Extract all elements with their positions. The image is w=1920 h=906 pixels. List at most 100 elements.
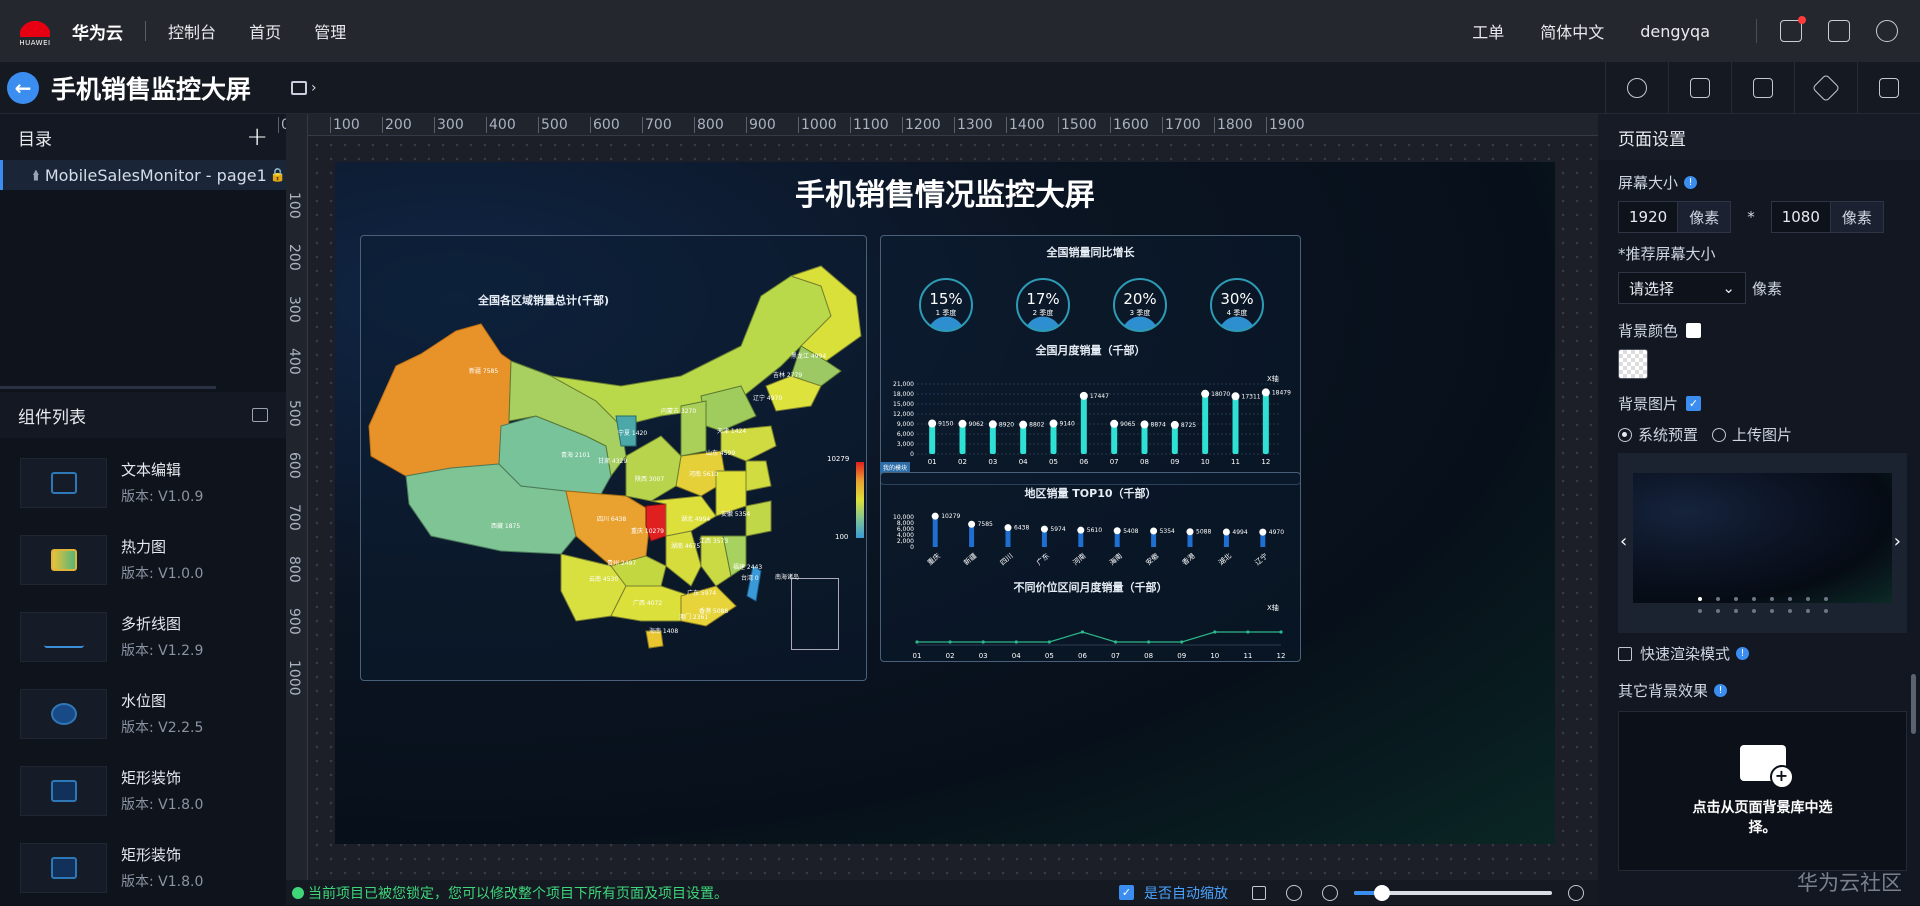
- zoom-handle[interactable]: [1373, 884, 1390, 901]
- preview-button[interactable]: [1857, 61, 1920, 114]
- chevron-right-icon[interactable]: ›: [311, 80, 317, 96]
- preset-radio[interactable]: [1618, 427, 1632, 442]
- info-icon[interactable]: !: [1736, 647, 1750, 660]
- series-line: [917, 631, 1281, 643]
- ruler-tick: 800: [286, 556, 302, 583]
- save-button[interactable]: [1731, 61, 1794, 114]
- map-region-label: 天津 1424: [717, 428, 747, 435]
- upload-radio[interactable]: [1712, 427, 1727, 442]
- carousel-dots[interactable]: [1698, 609, 1828, 613]
- x-tick-label: 09: [1177, 652, 1186, 660]
- prev-arrow-icon[interactable]: ‹: [1620, 531, 1627, 552]
- fast-render-label: 快速渲染模式: [1640, 645, 1731, 663]
- fast-render-checkbox[interactable]: [1618, 646, 1632, 661]
- help-icon[interactable]: [1876, 20, 1898, 42]
- bg-image-checkbox[interactable]: ✓: [1686, 396, 1702, 411]
- map-region-label: 陕西 3007: [635, 476, 665, 483]
- publish-button[interactable]: [1794, 61, 1857, 114]
- map-region-label: 新疆 7585: [469, 368, 499, 375]
- component-name: 水位图: [121, 692, 167, 710]
- gear-icon: [1627, 77, 1647, 98]
- growth-panel[interactable]: 全国销量同比增长 15% 1 季度 17% 2 季度 20% 3 季度 30% 4 季度 全国…: [880, 235, 1301, 485]
- lock-button[interactable]: [1668, 61, 1731, 114]
- component-item[interactable]: 水位图 版本: V2.2.5: [0, 675, 286, 752]
- bar: [1080, 395, 1087, 454]
- data-label: 5354: [1160, 528, 1175, 535]
- y-tick-label: 18,000: [893, 391, 914, 398]
- width-value[interactable]: 1920: [1619, 208, 1677, 226]
- legend-min: 100: [835, 533, 849, 541]
- text-editor-thumbnail: [20, 457, 107, 508]
- map-region-label: 广西 4072: [633, 600, 663, 607]
- info-icon[interactable]: !: [1714, 684, 1728, 697]
- component-item[interactable]: 热力图 版本: V1.0.0: [0, 521, 286, 598]
- ruler-tick: 200: [382, 117, 412, 133]
- nav-manage[interactable]: 管理: [314, 23, 346, 42]
- next-arrow-icon[interactable]: ›: [1894, 531, 1901, 552]
- ticket-link[interactable]: 工单: [1472, 19, 1504, 43]
- component-item[interactable]: 多折线图 版本: V1.2.9: [0, 598, 286, 675]
- back-button[interactable]: ←: [7, 71, 39, 104]
- dashboard-screen[interactable]: 手机销售情况监控大屏 全国各区域销量总计(千部) 10279 100 南海诸岛 …: [335, 162, 1555, 844]
- user-menu[interactable]: dengyqa: [1640, 22, 1710, 41]
- panel-splitter[interactable]: [0, 386, 216, 389]
- map-region-label: 广东 5974: [687, 590, 717, 597]
- notification-icon[interactable]: [1780, 16, 1806, 42]
- bar-cap: [988, 420, 997, 429]
- height-value[interactable]: 1080: [1772, 208, 1830, 226]
- settings-button[interactable]: [1605, 61, 1668, 114]
- nav-console[interactable]: 控制台: [168, 23, 216, 42]
- data-label: 4970: [1269, 529, 1284, 536]
- tree-item-page1[interactable]: MobileSalesMonitor - page1 🔒: [0, 160, 286, 190]
- component-item[interactable]: 矩形装饰 版本: V1.8.0: [0, 752, 286, 829]
- other-effects-label: 其它背景效果: [1618, 682, 1709, 700]
- transparent-color-picker[interactable]: [1618, 349, 1648, 379]
- x-tick-label: 02: [958, 458, 967, 466]
- unread-badge: [1798, 16, 1806, 24]
- height-input[interactable]: 1080 像素: [1770, 201, 1884, 233]
- x-tick-label: 安徽: [1144, 551, 1161, 567]
- waterlevel-thumbnail: [20, 688, 107, 739]
- add-page-button[interactable]: +: [246, 122, 268, 152]
- bg-carousel[interactable]: ‹ ›: [1618, 453, 1907, 633]
- width-input[interactable]: 1920 像素: [1618, 201, 1732, 233]
- zoom-slider[interactable]: [1354, 884, 1552, 901]
- top-nav-bar: HUAWEI 华为云 控制台 首页 管理 工单 简体中文 dengyqa: [0, 0, 1920, 62]
- recommend-size-select[interactable]: 请选择 ⌄: [1618, 272, 1746, 304]
- map-region-label: 内蒙古 3270: [661, 408, 697, 415]
- top10-panel[interactable]: 地区销量 TOP10（千部） 10,000 8,000 6,000 4,000 2,00…: [880, 472, 1301, 662]
- mail-icon[interactable]: [1828, 20, 1850, 42]
- auto-zoom-checkbox[interactable]: ✓: [1119, 885, 1134, 900]
- page-switch-icon[interactable]: [291, 80, 308, 95]
- rect-deco-thumbnail: [20, 842, 107, 893]
- grid-view-icon[interactable]: [1252, 885, 1266, 900]
- ruler-tick: 900: [286, 608, 302, 635]
- eye-icon[interactable]: [1286, 884, 1302, 901]
- bg-preview-image[interactable]: [1633, 473, 1892, 603]
- zoom-out-icon[interactable]: [1322, 884, 1338, 901]
- nav-home[interactable]: 首页: [249, 23, 281, 42]
- bg-color-swatch[interactable]: [1686, 323, 1702, 338]
- expand-icon[interactable]: [252, 408, 268, 422]
- bar-cap: [928, 419, 937, 428]
- data-label: 9150: [938, 421, 953, 428]
- huawei-logo[interactable]: HUAWEI: [10, 0, 60, 62]
- auto-zoom[interactable]: ✓ 是否自动缩放: [1119, 883, 1228, 903]
- language-select[interactable]: 简体中文: [1540, 19, 1604, 43]
- component-item[interactable]: 矩形装饰 版本: V1.8.0: [0, 829, 286, 906]
- component-version: 版本: V1.8.0: [121, 797, 204, 813]
- bg-library-picker[interactable]: 点击从页面背景库中选择。: [1618, 711, 1907, 871]
- data-point: [1147, 640, 1151, 644]
- data-point: [1246, 630, 1250, 634]
- bar-cap: [1231, 392, 1240, 401]
- zoom-in-icon[interactable]: [1568, 884, 1584, 901]
- component-item[interactable]: 文本编辑 版本: V1.0.9: [0, 444, 286, 521]
- brand-name[interactable]: 华为云: [72, 19, 123, 44]
- data-point: [1180, 640, 1184, 644]
- left-panel: 目录 + MobileSalesMonitor - page1 🔒 组件列表 文…: [0, 114, 286, 905]
- map-panel[interactable]: 全国各区域销量总计(千部) 10279 100 南海诸岛 新疆 7585 西藏 …: [360, 235, 867, 681]
- info-icon[interactable]: !: [1684, 176, 1698, 189]
- carousel-dots[interactable]: [1698, 597, 1828, 601]
- settings-scrollbar[interactable]: [1911, 674, 1916, 734]
- growth-percent: 20%: [1123, 290, 1157, 308]
